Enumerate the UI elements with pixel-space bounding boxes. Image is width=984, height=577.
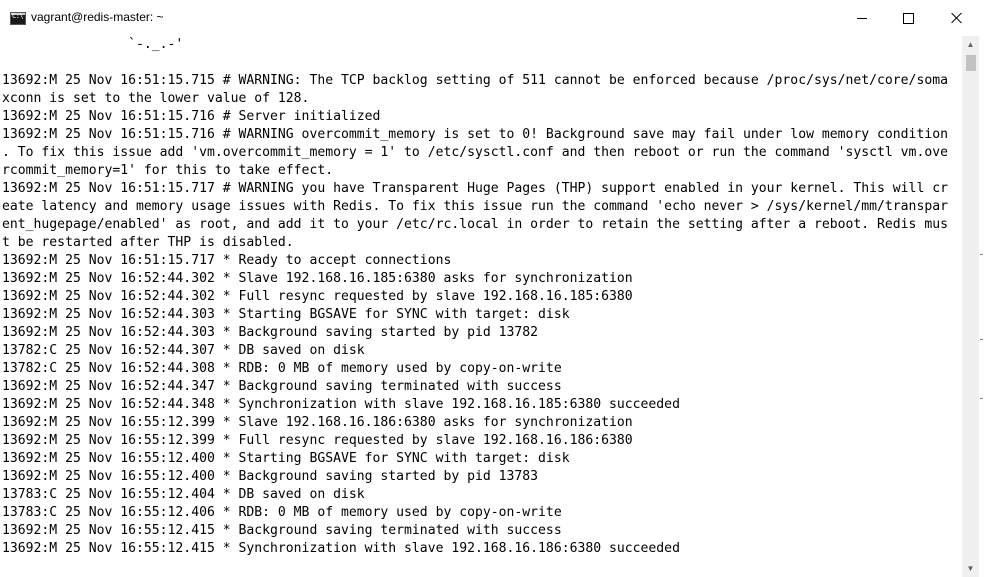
- console-line: 13692:M 25 Nov 16:52:44.303 * Starting B…: [2, 307, 570, 322]
- console-line: eate latency and memory usage issues wit…: [2, 199, 948, 214]
- minimize-icon: [857, 17, 867, 19]
- console-line: xconn is set to the lower value of 128.: [2, 91, 310, 106]
- console-line: 13782:C 25 Nov 16:52:44.308 * RDB: 0 MB …: [2, 361, 562, 376]
- console-line: `-._.-': [2, 37, 184, 52]
- scroll-up-button[interactable]: ▲: [962, 36, 979, 53]
- console-line: t be restarted after THP is disabled.: [2, 235, 294, 250]
- console-line: 13692:M 25 Nov 16:51:15.716 # WARNING ov…: [2, 127, 948, 142]
- console-icon[interactable]: C:\: [10, 12, 26, 25]
- console-line: 13692:M 25 Nov 16:51:15.717 # WARNING yo…: [2, 181, 948, 196]
- console-line: 13692:M 25 Nov 16:52:44.303 * Background…: [2, 325, 539, 340]
- console-line: . To fix this issue add 'vm.overcommit_m…: [2, 145, 948, 160]
- console-line: 13692:M 25 Nov 16:52:44.347 * Background…: [2, 379, 562, 394]
- window-edge: [979, 36, 984, 577]
- console-line: rcommit_memory=1' for this to take effec…: [2, 163, 334, 178]
- console-icon-text: C:\: [12, 12, 24, 20]
- console-line: 13692:M 25 Nov 16:55:12.399 * Slave 192.…: [2, 415, 633, 430]
- title-bar[interactable]: C:\ vagrant@redis-master: ~: [0, 0, 984, 36]
- console-line: 13692:M 25 Nov 16:51:15.715 # WARNING: T…: [2, 73, 948, 88]
- console-line: 13692:M 25 Nov 16:51:15.717 * Ready to a…: [2, 253, 452, 268]
- console-line: 13692:M 25 Nov 16:55:12.415 * Background…: [2, 523, 562, 538]
- console-line: 13692:M 25 Nov 16:52:44.302 * Full resyn…: [2, 289, 633, 304]
- edge-marker: [980, 339, 983, 340]
- console-line: 13692:M 25 Nov 16:55:12.400 * Starting B…: [2, 451, 570, 466]
- edge-marker: [980, 398, 983, 399]
- console-line: 13692:M 25 Nov 16:55:12.399 * Full resyn…: [2, 433, 633, 448]
- console-line: 13692:M 25 Nov 16:52:44.302 * Slave 192.…: [2, 271, 633, 286]
- minimize-button[interactable]: [839, 0, 885, 36]
- console-line: ent_hugepage/enabled' as root, and add i…: [2, 217, 948, 232]
- console-line: 13692:M 25 Nov 16:55:12.400 * Background…: [2, 469, 539, 484]
- console-line: 13782:C 25 Nov 16:52:44.307 * DB saved o…: [2, 343, 365, 358]
- console-line: 13692:M 25 Nov 16:51:15.716 # Server ini…: [2, 109, 381, 124]
- maximize-button[interactable]: [885, 0, 931, 36]
- scrollbar-thumb[interactable]: [966, 55, 976, 71]
- maximize-icon: [902, 12, 914, 24]
- console-line: 13692:M 25 Nov 16:55:12.415 * Synchroniz…: [2, 541, 680, 556]
- console-line: 13692:M 25 Nov 16:52:44.348 * Synchroniz…: [2, 397, 680, 412]
- window-title: vagrant@redis-master: ~: [31, 10, 164, 24]
- close-icon: [951, 12, 963, 24]
- terminal-window: C:\ vagrant@redis-master: ~ `-._.-' 13692…: [0, 0, 984, 577]
- scroll-down-button[interactable]: ▼: [962, 560, 979, 577]
- console-lines: `-._.-' 13692:M 25 Nov 16:51:15.715 # WAR…: [2, 36, 948, 558]
- vertical-scrollbar[interactable]: ▲ ▼: [962, 36, 979, 577]
- console-line: 13783:C 25 Nov 16:55:12.404 * DB saved o…: [2, 487, 365, 502]
- console-output[interactable]: `-._.-' 13692:M 25 Nov 16:51:15.715 # WAR…: [0, 36, 962, 577]
- edge-marker: [980, 254, 983, 255]
- console-line: 13783:C 25 Nov 16:55:12.406 * RDB: 0 MB …: [2, 505, 562, 520]
- scroll-down-arrow-icon: ▼: [966, 564, 975, 573]
- close-button[interactable]: [932, 0, 982, 36]
- scroll-up-arrow-icon: ▲: [966, 40, 975, 49]
